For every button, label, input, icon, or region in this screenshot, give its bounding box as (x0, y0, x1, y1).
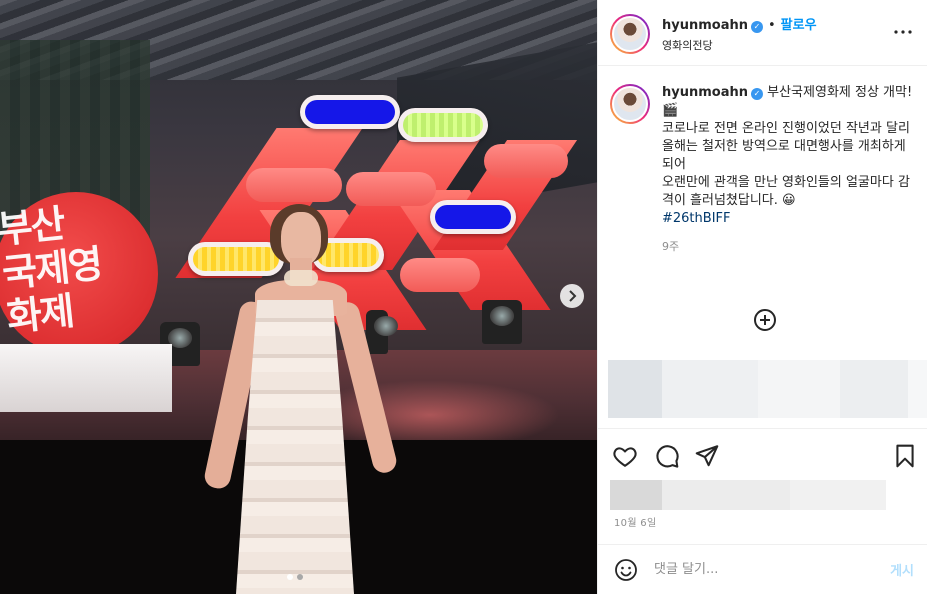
verified-badge-icon: ✓ (751, 20, 763, 33)
stage-spotlight (482, 300, 522, 344)
time-ago[interactable]: 9주 (662, 238, 913, 256)
post-sidebar: hyunmoahn ✓ • 팔로우 영화의전당 hyunmoahn ✓ 부산국제영화제 … (597, 0, 927, 594)
bookmark-icon[interactable] (892, 443, 918, 469)
comment-bar: 게시 (598, 544, 927, 594)
avatar[interactable] (610, 14, 650, 54)
caption: hyunmoahn ✓ 부산국제영화제 정상 개막! 🎬 코로나로 전면 온라인 … (598, 66, 927, 256)
carousel-dot-active (287, 574, 293, 580)
plus-circle-icon[interactable] (753, 308, 777, 332)
caption-username[interactable]: hyunmoahn (662, 85, 748, 100)
more-options-icon[interactable] (893, 22, 913, 42)
biff-light-blue-1 (300, 95, 400, 129)
caption-line: 올해는 철저한 방역으로 대면행사를 개최하게 되어 (662, 139, 906, 172)
post-header: hyunmoahn ✓ • 팔로우 영화의전당 (598, 0, 927, 66)
likes-placeholder (610, 480, 886, 510)
follow-button[interactable]: 팔로우 (781, 18, 817, 33)
stage-spotlight (366, 310, 398, 354)
paper-plane-icon[interactable] (694, 443, 720, 469)
comment-bubble-icon[interactable] (654, 443, 680, 469)
post-dialog: 부산 국제영 화제 hyunmoahn ✓ • 팔로우 영화의전당 hyunmo… (0, 0, 927, 594)
caption-line: 코로나로 전면 온라인 진행이었던 작년과 달리 (662, 121, 910, 136)
carousel-next-button[interactable] (560, 284, 584, 308)
sign-pedestal (0, 344, 172, 412)
post-date[interactable]: 10월 6일 (614, 514, 656, 529)
hashtag-link[interactable]: #26thBIFF (662, 211, 730, 226)
biff-light-yellow-1 (188, 242, 284, 276)
location-link[interactable]: 영화의전당 (662, 37, 893, 53)
post-actions (598, 428, 927, 480)
biff-light-blue-2 (430, 200, 516, 234)
smiley-icon[interactable] (614, 558, 638, 582)
chevron-right-icon (569, 290, 577, 302)
biff-sign-text: 부산 국제영 화제 (0, 200, 104, 340)
username-link[interactable]: hyunmoahn (662, 18, 748, 33)
person-choker (284, 270, 318, 286)
caption-line: 오랜만에 관객을 만난 영화인들의 얼굴마다 감격이 흘러넘쳤답니다. 😀 (662, 175, 910, 208)
comment-input[interactable] (654, 562, 891, 577)
separator-dot: • (768, 18, 776, 33)
biff-light-green (398, 108, 488, 142)
carousel-dot (297, 574, 303, 580)
biff-pill-plain-1 (246, 168, 342, 202)
post-photo[interactable]: 부산 국제영 화제 (0, 0, 597, 594)
verified-badge-icon: ✓ (751, 88, 763, 100)
caption-text: hyunmoahn ✓ 부산국제영화제 정상 개막! 🎬 코로나로 전면 온라인 … (662, 84, 913, 256)
biff-pill-plain-4 (400, 258, 480, 292)
biff-pill-plain-3 (484, 144, 568, 178)
heart-icon[interactable] (612, 443, 638, 469)
avatar[interactable] (610, 84, 650, 124)
biff-pill-plain-2 (346, 172, 436, 206)
carousel-dots (287, 574, 303, 580)
comments-placeholder (608, 360, 927, 418)
post-comment-button[interactable]: 게시 (890, 560, 914, 579)
